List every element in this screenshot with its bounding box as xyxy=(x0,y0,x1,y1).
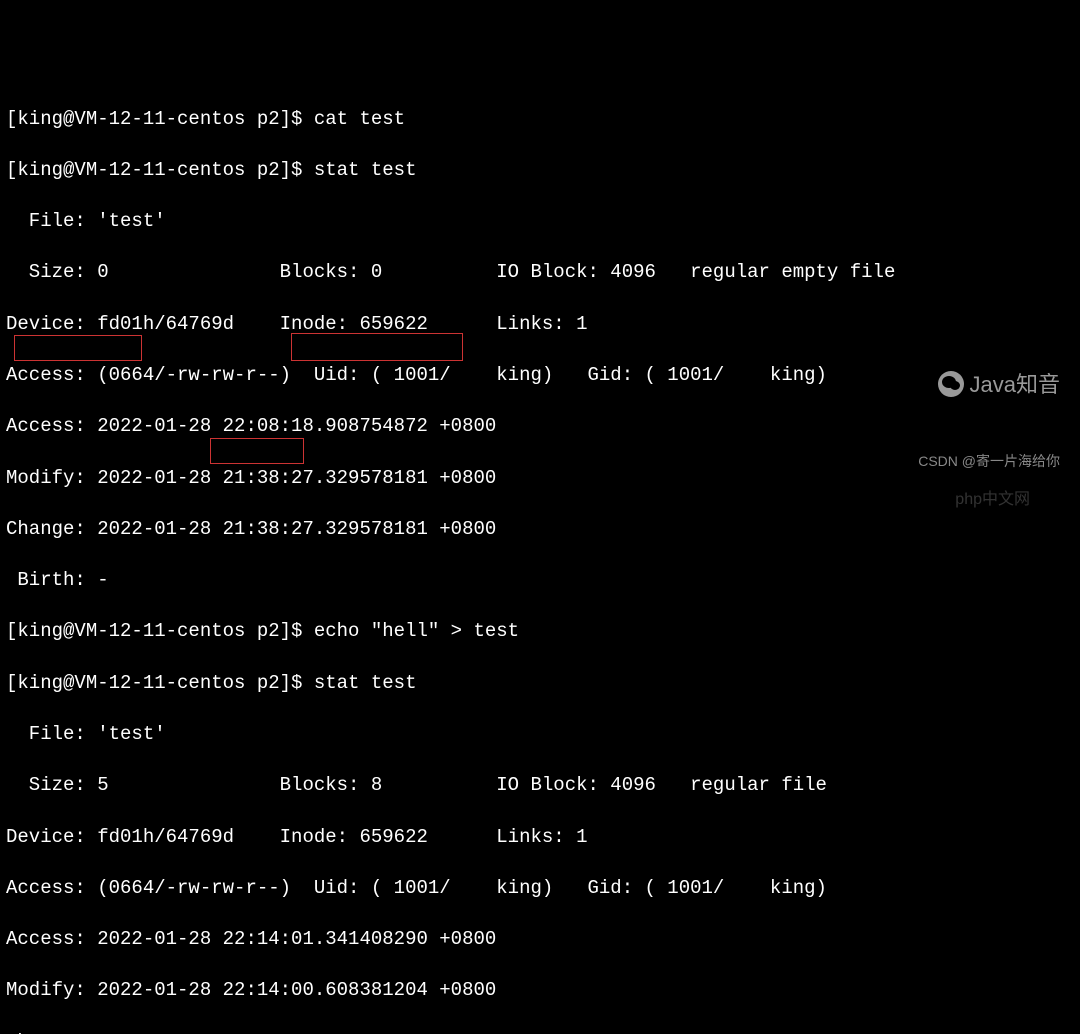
terminal-line: Change: 2022-01-28 21:38:27.329578181 +0… xyxy=(6,517,1074,543)
terminal-line: File: 'test' xyxy=(6,722,1074,748)
terminal-line: Access: 2022-01-28 22:08:18.908754872 +0… xyxy=(6,414,1074,440)
php-watermark: php中文网 xyxy=(955,489,1030,511)
terminal-line: Device: fd01h/64769d Inode: 659622 Links… xyxy=(6,825,1074,851)
terminal-line: [king@VM-12-11-centos p2]$ stat test xyxy=(6,158,1074,184)
terminal-line: [king@VM-12-11-centos p2]$ stat test xyxy=(6,671,1074,697)
terminal-line: Birth: - xyxy=(6,568,1074,594)
terminal-line: [king@VM-12-11-centos p2]$ cat test xyxy=(6,107,1074,133)
terminal-line: Size: 5 Blocks: 8 IO Block: 4096 regular… xyxy=(6,773,1074,799)
terminal-line: Size: 0 Blocks: 0 IO Block: 4096 regular… xyxy=(6,260,1074,286)
terminal-line: Change: 2022-01-28 22:14:00.608381204 +0… xyxy=(6,1030,1074,1034)
highlight-blocks xyxy=(291,333,463,361)
terminal-line: File: 'test' xyxy=(6,209,1074,235)
terminal-line: Modify: 2022-01-28 21:38:27.329578181 +0… xyxy=(6,466,1074,492)
terminal-line: Access: 2022-01-28 22:14:01.341408290 +0… xyxy=(6,927,1074,953)
terminal-line: Device: fd01h/64769d Inode: 659622 Links… xyxy=(6,312,1074,338)
terminal-line: [king@VM-12-11-centos p2]$ echo "hell" >… xyxy=(6,619,1074,645)
highlight-modify-time xyxy=(210,438,304,464)
terminal-line: Access: (0664/-rw-rw-r--) Uid: ( 1001/ k… xyxy=(6,363,1074,389)
terminal-line: Modify: 2022-01-28 22:14:00.608381204 +0… xyxy=(6,978,1074,1004)
highlight-size xyxy=(14,335,142,361)
terminal-line: Access: (0664/-rw-rw-r--) Uid: ( 1001/ k… xyxy=(6,876,1074,902)
